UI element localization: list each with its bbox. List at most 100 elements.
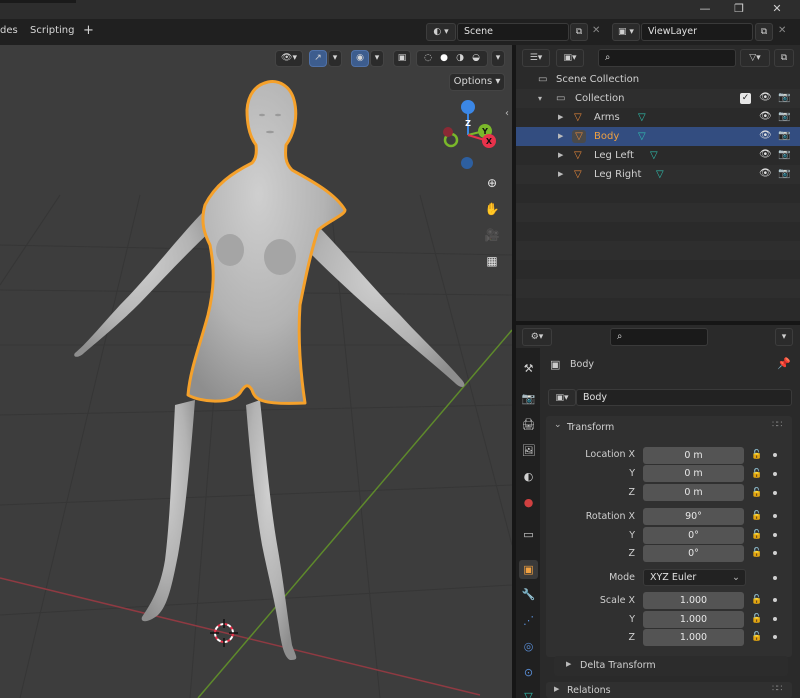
physics-tab-icon[interactable]: ◎ — [520, 638, 537, 655]
overlays-toggle-icon[interactable]: ◉ — [351, 50, 369, 67]
scale-z-field[interactable]: 1.000 — [643, 629, 744, 646]
zoom-icon[interactable]: ⊕ — [481, 172, 503, 194]
outliner-row-body[interactable]: ▶ ▽ Body ▽ 👁 📷 — [516, 127, 800, 146]
visibility-selector-icon[interactable]: 👁▾ — [275, 50, 303, 67]
close-window-button[interactable]: ✕ — [760, 0, 794, 19]
keyframe-dot[interactable] — [773, 635, 777, 639]
scale-x-field[interactable]: 1.000 — [643, 592, 744, 609]
outliner-row-collection[interactable]: ▾ ▭ Collection ✓ 👁 📷 — [516, 89, 800, 108]
expand-arrow-icon[interactable]: ▾ — [538, 89, 542, 108]
modifiers-tab-icon[interactable]: 🔧 — [520, 586, 537, 603]
expand-arrow-icon[interactable]: ▶ — [558, 146, 563, 165]
mesh-data-icon[interactable]: ▽ — [638, 108, 646, 127]
lock-icon[interactable]: 🔓 — [751, 632, 762, 642]
minimize-button[interactable]: — — [688, 0, 722, 19]
render-camera-icon[interactable]: 📷 — [778, 169, 790, 179]
mesh-data-icon[interactable]: ▽ — [638, 127, 646, 146]
3d-viewport[interactable]: Z Y X 👁▾ ↗ ▾ ◉ ▾ ▣ ◌ ● ◑ ◒ ▾ Options ▾ ‹ ⊕ … — [0, 45, 512, 698]
outliner-search-input[interactable]: ⌕ — [598, 49, 736, 67]
visibility-eye-icon[interactable]: 👁 — [759, 169, 772, 179]
collection-tab-icon[interactable]: ▭ — [520, 526, 537, 543]
solid-shading-icon[interactable]: ● — [436, 51, 452, 66]
rotation-z-field[interactable]: 0° — [643, 545, 744, 562]
properties-options-icon[interactable]: ▾ — [775, 328, 793, 346]
add-workspace-button[interactable]: + — [83, 23, 94, 38]
maximize-button[interactable]: ❐ — [722, 0, 756, 19]
outliner-row-leg-right[interactable]: ▶ ▽ Leg Right ▽ 👁 📷 — [516, 165, 800, 184]
workspace-tab-partial[interactable]: des — [0, 25, 18, 36]
lock-icon[interactable]: 🔓 — [751, 530, 762, 540]
world-tab-icon[interactable]: ● — [520, 494, 537, 511]
lock-icon[interactable]: 🔓 — [751, 450, 762, 460]
visibility-eye-icon[interactable]: 👁 — [759, 150, 772, 160]
visibility-eye-icon[interactable]: 👁 — [759, 112, 772, 122]
editor-type-icon[interactable]: ⚙▾ — [522, 328, 552, 346]
scene-selector-icon[interactable]: ◐ ▾ — [426, 23, 456, 41]
new-view-layer-icon[interactable]: ⧉ — [755, 23, 773, 41]
tool-tab-icon[interactable]: ⚒ — [520, 360, 537, 377]
pin-icon[interactable]: 📌 — [777, 357, 791, 370]
constraints-tab-icon[interactable]: ⊙ — [520, 664, 537, 681]
location-z-field[interactable]: 0 m — [643, 484, 744, 501]
collapse-arrow-icon[interactable]: ⌄ — [554, 420, 562, 430]
new-collection-icon[interactable]: ⧉ — [774, 49, 794, 67]
rotation-x-field[interactable]: 90° — [643, 508, 744, 525]
render-camera-icon[interactable]: 📷 — [778, 150, 790, 160]
visibility-eye-icon[interactable]: 👁 — [759, 131, 772, 141]
lock-icon[interactable]: 🔓 — [751, 488, 762, 498]
wireframe-shading-icon[interactable]: ◌ — [420, 51, 436, 66]
keyframe-dot[interactable] — [773, 453, 777, 457]
xray-toggle-icon[interactable]: ▣ — [393, 50, 411, 67]
filter-icon[interactable]: ▽▾ — [740, 49, 770, 67]
particles-tab-icon[interactable]: ⋰ — [520, 612, 537, 629]
rotation-mode-select[interactable]: XYZ Euler ⌄ — [643, 569, 746, 586]
lock-icon[interactable]: 🔓 — [751, 595, 762, 605]
rotation-y-field[interactable]: 0° — [643, 527, 744, 544]
scene-tab-icon[interactable]: ◐ — [520, 468, 537, 485]
lock-icon[interactable]: 🔓 — [751, 511, 762, 521]
relations-label[interactable]: Relations — [567, 685, 611, 696]
render-camera-icon[interactable]: 📷 — [778, 112, 790, 122]
render-tab-icon[interactable]: 📷 — [520, 390, 537, 407]
keyframe-dot[interactable] — [773, 491, 777, 495]
gizmo-dropdown-icon[interactable]: ▾ — [328, 50, 342, 67]
display-mode-icon[interactable]: ☰▾ — [522, 49, 550, 67]
sidebar-toggle-icon[interactable]: ‹ — [505, 108, 509, 119]
expand-arrow-icon[interactable]: ▶ — [566, 660, 571, 668]
filter-view-icon[interactable]: ▣▾ — [556, 49, 584, 67]
view-layer-selector-icon[interactable]: ▣ ▾ — [612, 23, 640, 41]
object-tab-icon[interactable]: ▣ — [519, 560, 538, 579]
view-layer-name-field[interactable]: ViewLayer — [641, 23, 753, 41]
drag-handle-icon[interactable]: ∷∷ — [772, 420, 783, 430]
keyframe-dot[interactable] — [773, 533, 777, 537]
properties-search-input[interactable]: ⌕ — [610, 328, 708, 346]
delete-view-layer-icon[interactable]: ✕ — [778, 25, 786, 36]
mesh-data-icon[interactable]: ▽ — [650, 146, 658, 165]
outliner-row-arms[interactable]: ▶ ▽ Arms ▽ 👁 📷 — [516, 108, 800, 127]
exclude-checkbox[interactable]: ✓ — [740, 93, 751, 104]
options-button[interactable]: Options ▾ — [449, 73, 505, 91]
scene-name-field[interactable]: Scene — [457, 23, 569, 41]
view-layer-tab-icon[interactable]: 🖼 — [520, 442, 537, 459]
lock-icon[interactable]: 🔓 — [751, 614, 762, 624]
keyframe-dot[interactable] — [773, 576, 777, 580]
keyframe-dot[interactable] — [773, 514, 777, 518]
expand-arrow-icon[interactable]: ▶ — [558, 108, 563, 127]
perspective-grid-icon[interactable]: ▦ — [481, 250, 503, 272]
new-scene-icon[interactable]: ⧉ — [570, 23, 588, 41]
data-tab-icon[interactable]: ▽ — [520, 688, 537, 698]
location-x-field[interactable]: 0 m — [643, 447, 744, 464]
location-y-field[interactable]: 0 m — [643, 465, 744, 482]
lock-icon[interactable]: 🔓 — [751, 469, 762, 479]
pan-hand-icon[interactable]: ✋ — [481, 198, 503, 220]
render-camera-icon[interactable]: 📷 — [778, 93, 790, 103]
expand-arrow-icon[interactable]: ▶ — [554, 685, 559, 693]
object-name-field[interactable]: Body — [576, 389, 792, 406]
delete-scene-icon[interactable]: ✕ — [592, 25, 600, 36]
rendered-shading-icon[interactable]: ◒ — [468, 51, 484, 66]
outliner-row-scene-collection[interactable]: ▭ Scene Collection — [516, 70, 800, 89]
transform-header-label[interactable]: Transform — [567, 422, 614, 433]
drag-handle-icon[interactable]: ∷∷ — [772, 684, 783, 694]
workspace-tab-scripting[interactable]: Scripting — [30, 25, 74, 36]
object-type-selector-icon[interactable]: ▣▾ — [548, 389, 576, 406]
